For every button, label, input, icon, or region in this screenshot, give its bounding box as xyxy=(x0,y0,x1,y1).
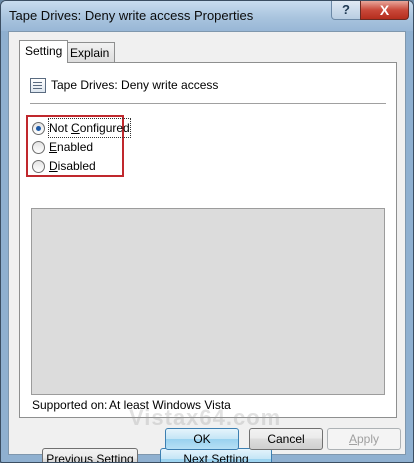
properties-window: Tape Drives: Deny write access Propertie… xyxy=(0,0,414,463)
button-accel: N xyxy=(183,452,192,463)
radio-button-checked[interactable] xyxy=(32,122,45,135)
cancel-button[interactable]: Cancel xyxy=(249,428,323,450)
button-text: pply xyxy=(357,432,380,446)
policy-icon xyxy=(30,78,46,93)
policy-name: Tape Drives: Deny write access xyxy=(51,78,219,92)
tab-explain[interactable]: Explain xyxy=(64,42,116,63)
radio-label-enabled[interactable]: Enabled xyxy=(49,138,93,156)
close-button[interactable]: X xyxy=(360,1,409,20)
title-bar[interactable]: Tape Drives: Deny write access Propertie… xyxy=(1,1,413,31)
label-text: nabled xyxy=(57,140,94,154)
radio-label-disabled[interactable]: Disabled xyxy=(49,157,96,175)
previous-setting-button[interactable]: Previous Setting xyxy=(42,448,138,463)
help-button[interactable]: ? xyxy=(331,1,361,20)
tab-setting[interactable]: Setting xyxy=(19,40,69,63)
supported-on-label: Supported on: xyxy=(32,398,108,412)
apply-button[interactable]: Apply xyxy=(327,428,401,450)
label-accel: E xyxy=(49,140,58,154)
ok-button[interactable]: OK xyxy=(165,428,239,450)
radio-button[interactable] xyxy=(32,141,45,154)
label-text: Not xyxy=(49,121,72,135)
label-accel: C xyxy=(71,121,80,135)
button-accel: A xyxy=(348,432,357,446)
label-text: isabled xyxy=(57,159,96,173)
button-text: revious Setting xyxy=(54,452,134,463)
next-setting-button[interactable]: Next Setting xyxy=(160,448,272,463)
setting-panel: Tape Drives: Deny write access Not Confi… xyxy=(19,62,397,462)
dialog-client-area: Setting Explain Tape Drives: Deny write … xyxy=(8,31,406,462)
radio-button[interactable] xyxy=(32,160,45,173)
radio-label-not-configured[interactable]: Not Configured xyxy=(48,118,131,138)
window-title: Tape Drives: Deny write access Propertie… xyxy=(9,8,254,23)
button-text: ext Setting xyxy=(191,452,249,463)
label-text: onfigured xyxy=(79,121,130,135)
label-accel: D xyxy=(49,159,58,173)
options-area xyxy=(31,208,385,395)
divider xyxy=(30,103,386,104)
